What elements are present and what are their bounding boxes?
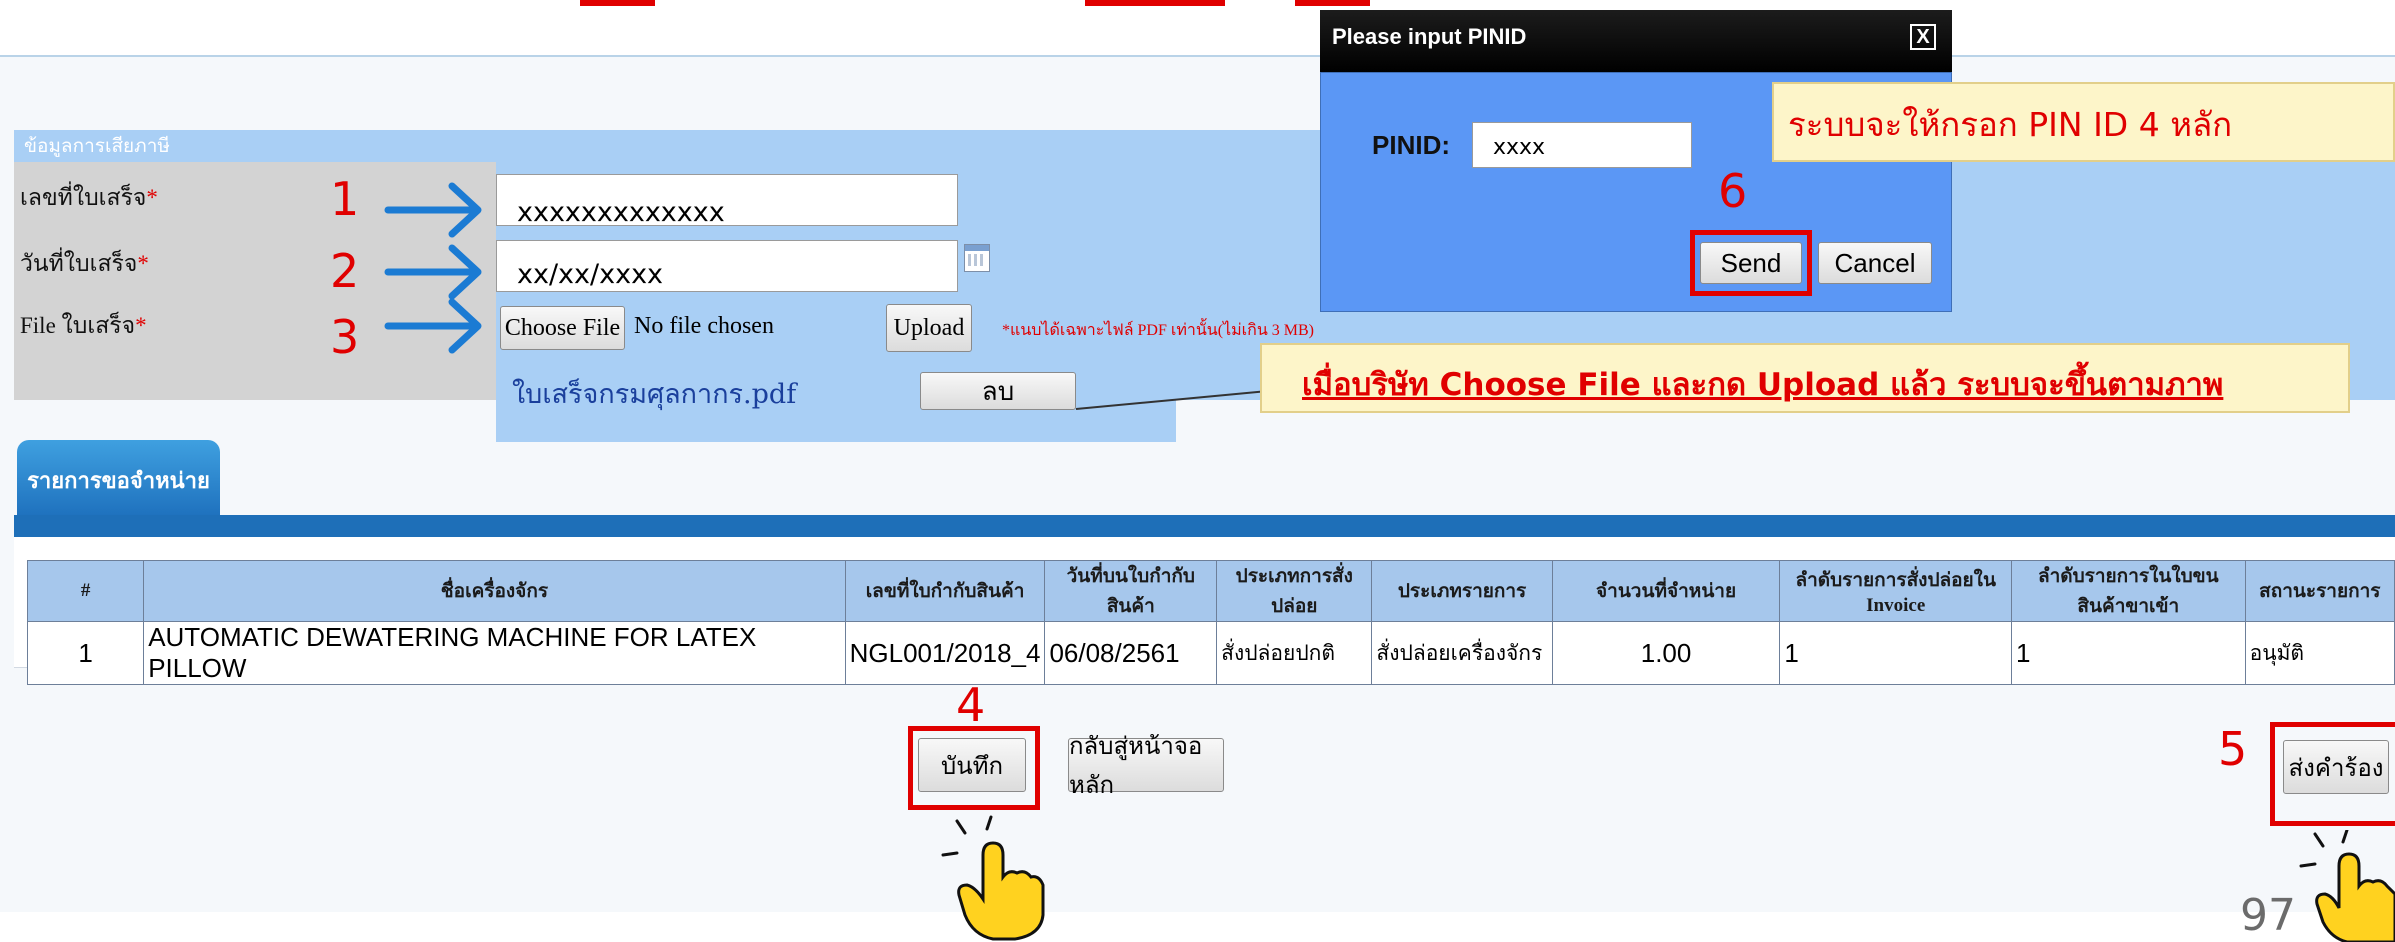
step-5-highlight (2270, 722, 2395, 826)
table-cell: สั่งปล่อยเครื่องจักร (1371, 621, 1553, 685)
receipt-date-input[interactable]: xx/xx/xxxx (496, 240, 958, 292)
column-header: ประเภทรายการ (1371, 560, 1553, 622)
pointing-hand-icon (2299, 830, 2395, 942)
upload-callout: เมื่อบริษัท Choose File และกด Upload แล้… (1260, 343, 2350, 413)
cropped-heading-fragment (580, 0, 655, 6)
cancel-button[interactable]: Cancel (1818, 242, 1932, 284)
column-header: ชื่อเครื่องจักร (143, 560, 846, 622)
receipt-file-label-text: File ใบเสร็จ (20, 313, 136, 338)
column-header: วันที่บนใบกำกับสินค้า (1044, 560, 1218, 622)
column-header: สถานะรายการ (2244, 560, 2395, 622)
uploaded-file-link[interactable]: ใบเสร็จกรมศุลกากร.pdf (512, 372, 796, 415)
receipt-number-label-text: เลขที่ใบเสร็จ (20, 185, 147, 210)
receipt-date-label-text: วันที่ใบเสร็จ (20, 251, 138, 276)
pin-callout: ระบบจะให้กรอก PIN ID 4 หลัก (1772, 82, 2395, 162)
tab-disposal-list[interactable]: รายการขอจำหน่าย (17, 440, 220, 520)
table-cell: อนุมัติ (2244, 621, 2395, 685)
step-3-number: 3 (330, 310, 360, 364)
column-header: ลำดับรายการสั่งปล่อยใน Invoice (1779, 560, 2013, 622)
table-cell: 1 (2011, 621, 2246, 685)
step-4-number: 4 (956, 678, 986, 732)
upload-note: *แนบได้เฉพาะไฟล์ PDF เท่านั้น(ไม่เกิน 3 … (1002, 322, 1314, 339)
pin-input[interactable]: xxxx (1472, 122, 1692, 168)
no-file-text: No file chosen (634, 313, 774, 339)
table-cell: 1.00 (1551, 621, 1781, 685)
disposal-table: # ชื่อเครื่องจักร เลขที่ใบกำกับสินค้า วั… (26, 560, 2395, 685)
calendar-icon[interactable] (964, 244, 990, 272)
step-4-highlight (908, 726, 1040, 810)
cropped-heading-fragment (1295, 0, 1370, 6)
table-cell: 06/08/2561 (1044, 621, 1218, 685)
table-cell: AUTOMATIC DEWATERING MACHINE FOR LATEX P… (143, 621, 846, 685)
pointing-hand-icon (941, 815, 1045, 941)
required-mark: * (135, 313, 147, 338)
step-arrows (384, 182, 482, 354)
callout-pointer (1075, 390, 1269, 410)
column-header: จำนวนที่จำหน่าย (1551, 560, 1781, 622)
upload-button[interactable]: Upload (886, 304, 972, 352)
step-5-number: 5 (2218, 722, 2248, 776)
close-icon[interactable]: X (1910, 24, 1936, 50)
tab-bar (14, 515, 2395, 537)
table-cell: สั่งปล่อยปกติ (1216, 621, 1373, 685)
upload-callout-text: เมื่อบริษัท Choose File และกด Upload แล้… (1302, 367, 2224, 403)
pin-dialog-title-text: Please input PINID (1332, 24, 1527, 49)
column-header: ประเภทการสั่งปล่อย (1216, 560, 1373, 622)
pin-dialog-title: Please input PINID (1320, 10, 1952, 72)
pin-label: PINID: (1372, 130, 1450, 160)
delete-file-button[interactable]: ลบ (920, 372, 1076, 410)
page-number: 97 (2240, 890, 2296, 941)
table-header-row: # ชื่อเครื่องจักร เลขที่ใบกำกับสินค้า วั… (26, 560, 2395, 622)
step-2-number: 2 (330, 244, 360, 298)
column-header: เลขที่ใบกำกับสินค้า (844, 560, 1046, 622)
step-1-number: 1 (330, 172, 360, 226)
table-cell: 1 (26, 621, 145, 685)
cropped-heading-fragment (1085, 0, 1225, 6)
back-to-home-button[interactable]: กลับสู่หน้าจอหลัก (1068, 734, 1224, 799)
choose-file-button[interactable]: Choose File (500, 306, 625, 350)
step-6-number: 6 (1718, 164, 1748, 218)
pin-callout-text: ระบบจะให้กรอก PIN ID 4 หลัก (1788, 105, 2233, 144)
table-row[interactable]: 1 AUTOMATIC DEWATERING MACHINE FOR LATEX… (26, 621, 2395, 685)
required-mark: * (137, 251, 149, 276)
receipt-number-input[interactable]: xxxxxxxxxxxxx (496, 174, 958, 228)
table-cell: 1 (1779, 621, 2013, 685)
column-header: ลำดับรายการในใบขนสินค้าขาเข้า (2011, 560, 2246, 622)
table-cell: NGL001/2018_4 (844, 621, 1046, 685)
step-6-highlight (1690, 230, 1812, 296)
arrow-right-icon (384, 298, 482, 354)
arrow-right-icon (384, 182, 482, 238)
arrow-right-icon (384, 244, 482, 300)
required-mark: * (146, 185, 158, 210)
column-header: # (26, 560, 145, 622)
